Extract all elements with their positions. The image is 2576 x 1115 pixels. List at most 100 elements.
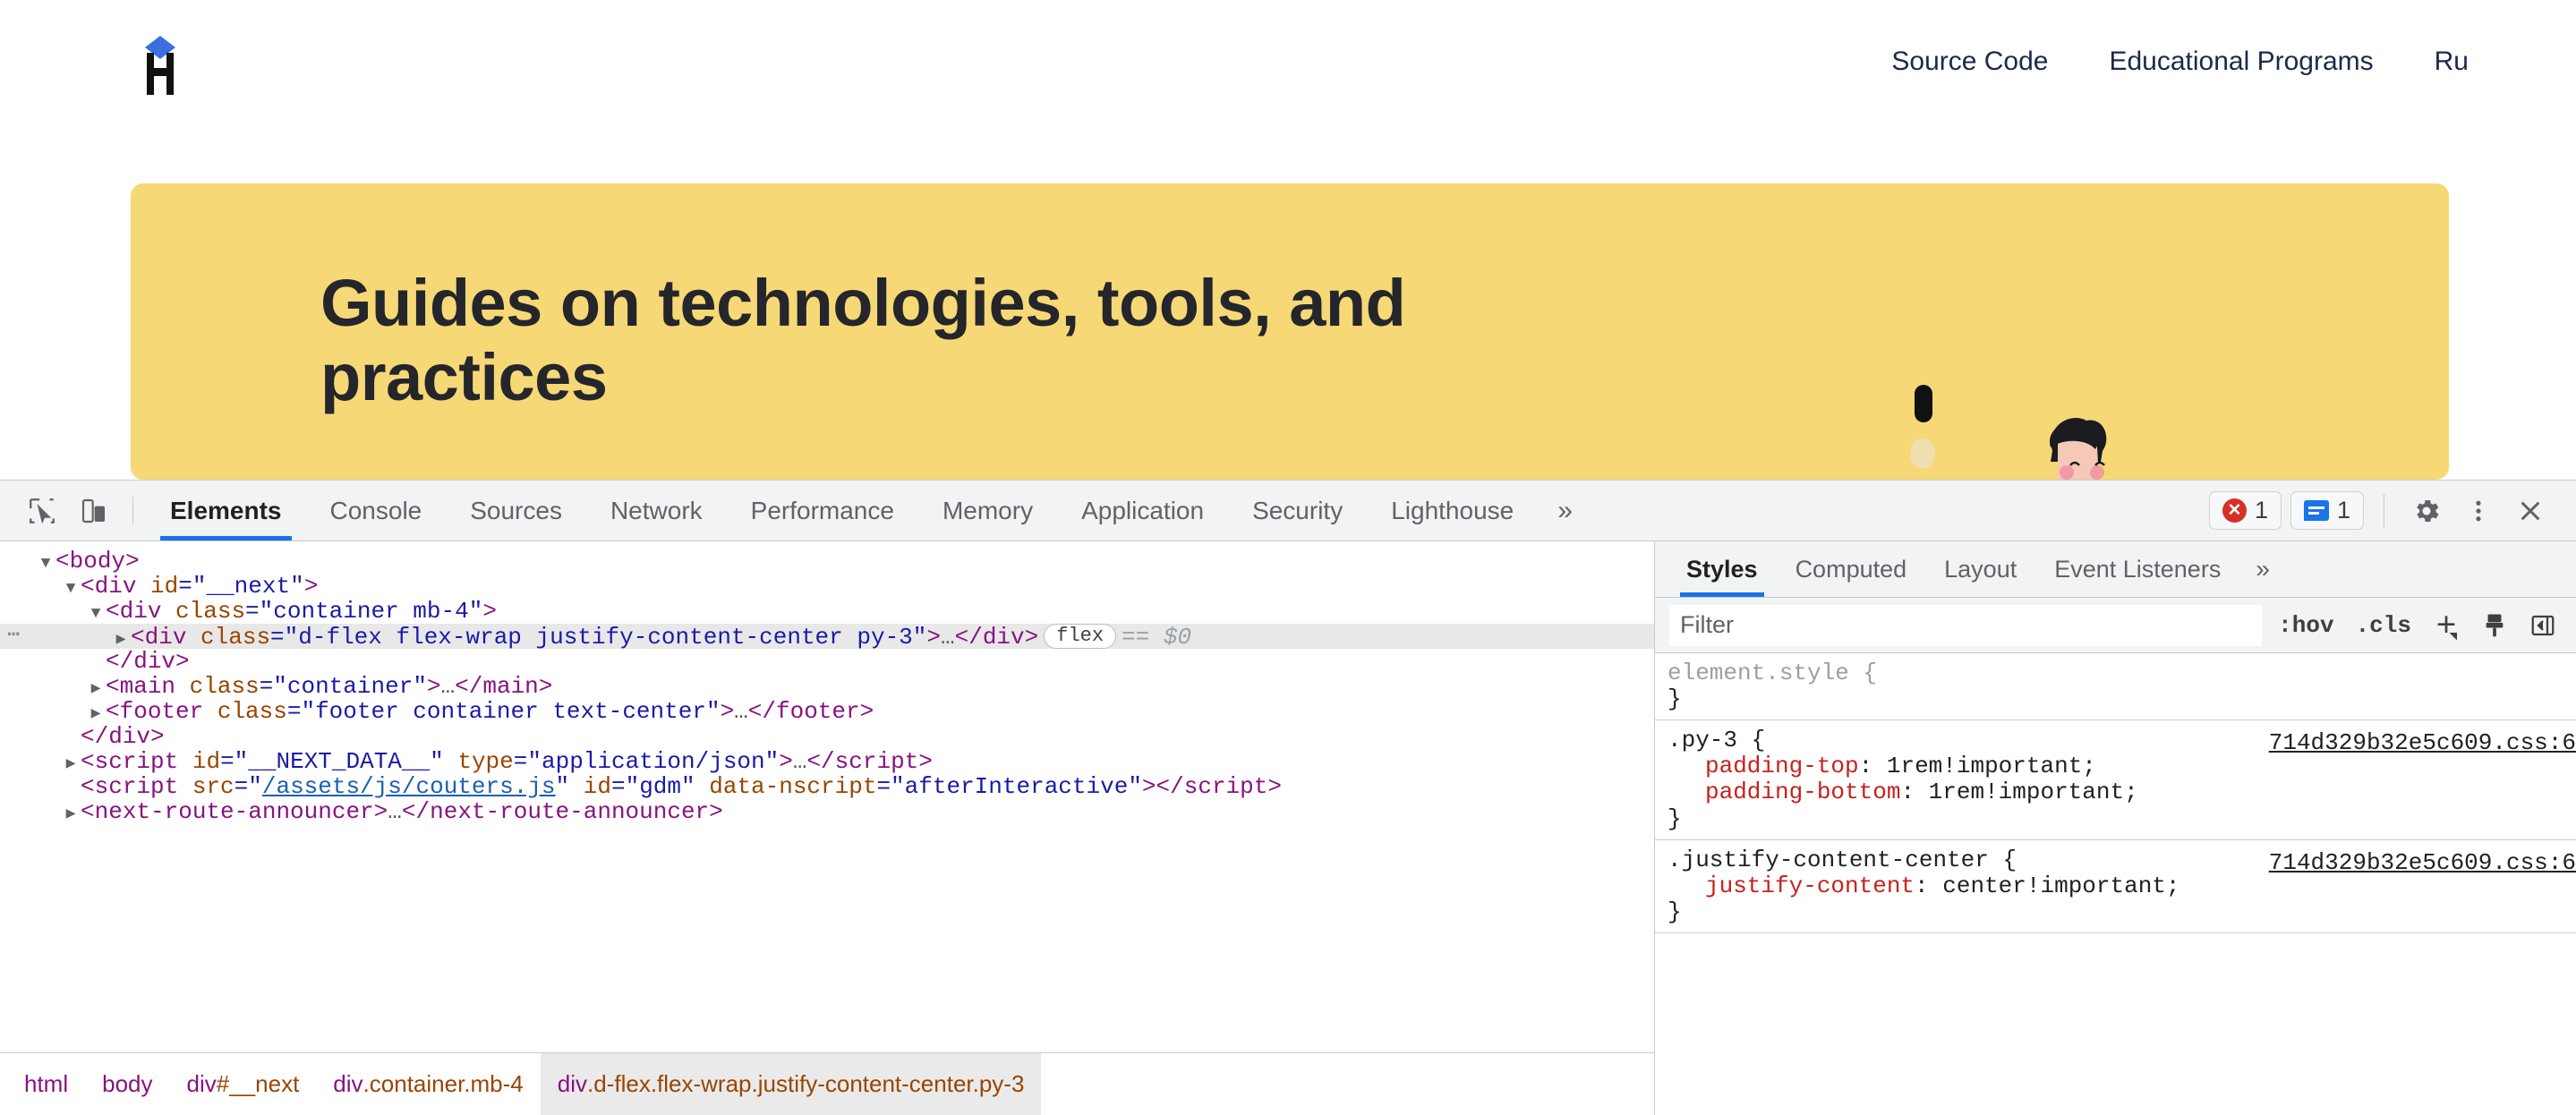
tag-name: next-route-announcer — [94, 798, 374, 825]
error-count-badge[interactable]: ✕ 1 — [2208, 491, 2282, 530]
attr-name: id — [150, 573, 179, 600]
dom-node-script-gdm[interactable]: <script src="/assets/js/couters.js" id="… — [0, 774, 1654, 799]
rule-header: element.style { — [1668, 660, 2576, 686]
breadcrumb-item-div-container[interactable]: div .container.mb-4 — [316, 1053, 540, 1115]
chevron-double-right-icon[interactable]: » — [2239, 541, 2286, 597]
style-rule-justify-content-center[interactable]: .justify-content-center { 714d329b32e5c6… — [1655, 840, 2576, 933]
dom-node-selected-div-dflex[interactable]: ⋯ ▶ <div class="d-flex flex-wrap justify-c… — [0, 624, 1654, 651]
css-property-value[interactable]: center!important; — [1942, 872, 2179, 899]
nav-link-educational-programs[interactable]: Educational Programs — [2078, 47, 2403, 77]
twisty-open-icon[interactable]: ▼ — [61, 576, 81, 601]
message-count-badge[interactable]: 1 — [2290, 491, 2364, 530]
styles-filter-input[interactable] — [1669, 604, 2263, 646]
css-property-value[interactable]: 1rem!important; — [1929, 779, 2138, 805]
hov-toggle-button[interactable]: :hov — [2267, 612, 2344, 639]
twisty-open-icon[interactable]: ▼ — [36, 551, 55, 576]
plus-new-style-rule-icon[interactable] — [2422, 605, 2470, 646]
gear-icon[interactable] — [2401, 485, 2452, 537]
cls-toggle-button[interactable]: .cls — [2345, 612, 2422, 639]
chevron-double-right-icon[interactable]: » — [1538, 481, 1592, 540]
breadcrumb-item-body[interactable]: body — [85, 1053, 169, 1115]
node-overflow-dots[interactable]: ⋯ — [7, 624, 21, 649]
tab-sources[interactable]: Sources — [446, 481, 586, 540]
hyperskill-h-logo[interactable] — [132, 32, 188, 98]
attr-name: class — [217, 698, 287, 725]
rule-selector[interactable]: element.style — [1668, 660, 1849, 686]
error-count-value: 1 — [2254, 497, 2268, 523]
css-property-name[interactable]: justify-content — [1705, 872, 1915, 899]
tab-memory[interactable]: Memory — [918, 481, 1057, 540]
tag-name: script — [94, 748, 179, 775]
person-avatar-illustration — [2049, 418, 2107, 480]
dom-node-div-container[interactable]: ▼ <div class="container mb-4"> — [0, 599, 1654, 624]
breadcrumb-item-div-next[interactable]: div #__next — [170, 1053, 317, 1115]
dom-node-div-close[interactable]: </div> — [0, 649, 1654, 674]
css-declaration[interactable]: justify-content: center!important; — [1668, 872, 2576, 899]
tab-computed[interactable]: Computed — [1777, 541, 1926, 597]
nav-link-source-code[interactable]: Source Code — [1861, 47, 2078, 77]
collapsed-children-ellipsis: … — [388, 798, 402, 825]
style-rule-py-3[interactable]: .py-3 { 714d329b32e5c609.css:6 padding-t… — [1655, 720, 2576, 840]
dom-node-next-route-announcer[interactable]: ▶ <next-route-announcer>…</next-route-ann… — [0, 799, 1654, 824]
paint-brush-icon[interactable] — [2470, 605, 2519, 646]
attr-value: container mb-4 — [273, 598, 469, 625]
attr-value: d-flex flex-wrap justify-content-center … — [298, 624, 913, 651]
message-count-value: 1 — [2336, 497, 2350, 523]
dom-node-footer[interactable]: ▶ <footer class="footer container text-ce… — [0, 699, 1654, 724]
kebab-menu-icon[interactable] — [2452, 485, 2504, 537]
flex-badge[interactable]: flex — [1044, 624, 1117, 649]
stylesheet-source-link[interactable]: 714d329b32e5c609.css:6 — [2269, 849, 2576, 876]
breadcrumb-item-div-dflex[interactable]: div .d-flex.flex-wrap.justify-content-cen… — [540, 1053, 1042, 1115]
close-icon[interactable] — [2504, 485, 2556, 537]
device-toolbar-icon[interactable] — [68, 481, 120, 540]
twisty-closed-icon[interactable]: ▶ — [86, 677, 106, 702]
dom-node-div-next[interactable]: ▼ <div id="__next"> — [0, 574, 1654, 599]
attr-value: container — [286, 673, 414, 700]
twisty-open-icon[interactable]: ▼ — [86, 601, 106, 626]
tab-performance[interactable]: Performance — [727, 481, 918, 540]
breadcrumb-item-html[interactable]: html — [7, 1053, 85, 1115]
inspect-element-icon[interactable] — [16, 481, 68, 540]
twisty-closed-icon[interactable]: ▶ — [61, 752, 81, 777]
stylesheet-source-link[interactable]: 714d329b32e5c609.css:6 — [2269, 730, 2576, 756]
styles-rules-list[interactable]: element.style { } .py-3 { 714d329b32e5c6… — [1655, 653, 2576, 1115]
styles-filter-bar: :hov .cls — [1655, 598, 2576, 653]
devtools-panel: Elements Console Sources Network Perform… — [0, 480, 2576, 1115]
collapsed-children-ellipsis: … — [440, 673, 456, 700]
css-property-name[interactable]: padding-bottom — [1705, 779, 1900, 805]
tab-elements[interactable]: Elements — [146, 481, 306, 540]
css-declaration[interactable]: padding-top: 1rem!important; — [1668, 753, 2576, 779]
styles-sidebar-pane: Styles Computed Layout Event Listeners »… — [1655, 541, 2576, 1115]
css-property-value[interactable]: 1rem!important; — [1887, 753, 2096, 779]
css-property-name[interactable]: padding-top — [1705, 753, 1859, 779]
tab-network[interactable]: Network — [586, 481, 727, 540]
twisty-closed-icon[interactable]: ▶ — [61, 802, 81, 827]
dom-node-main[interactable]: ▶ <main class="container">…</main> — [0, 674, 1654, 699]
dom-node-div-close-2[interactable]: </div> — [0, 724, 1654, 749]
tag-name: div — [108, 723, 151, 750]
devtools-tab-list: Elements Console Sources Network Perform… — [146, 481, 1538, 540]
tab-styles[interactable]: Styles — [1668, 541, 1777, 597]
styles-pane-tab-list: Styles Computed Layout Event Listeners » — [1655, 541, 2576, 598]
rule-selector[interactable]: .py-3 — [1668, 728, 1737, 753]
devtools-body: ▼ <body> ▼ <div id="__next"> ▼ <div class="… — [0, 541, 2576, 1115]
attr-value: __next — [206, 573, 291, 600]
dom-node-script-next-data[interactable]: ▶ <script id="__NEXT_DATA__" type="applic… — [0, 749, 1654, 774]
dom-node-body[interactable]: ▼ <body> — [0, 549, 1654, 574]
tab-layout[interactable]: Layout — [1925, 541, 2035, 597]
tab-lighthouse[interactable]: Lighthouse — [1367, 481, 1538, 540]
open-brace: { — [2002, 846, 2017, 873]
rule-selector[interactable]: .justify-content-center — [1668, 847, 1989, 873]
close-brace: } — [1668, 685, 1682, 713]
tab-console[interactable]: Console — [306, 481, 447, 540]
dom-tree[interactable]: ▼ <body> ▼ <div id="__next"> ▼ <div class="… — [0, 541, 1654, 1052]
tab-security[interactable]: Security — [1228, 481, 1367, 540]
tag-name: div — [144, 624, 187, 651]
tab-event-listeners[interactable]: Event Listeners — [2035, 541, 2239, 597]
css-declaration[interactable]: padding-bottom: 1rem!important; — [1668, 779, 2576, 805]
style-rule-element-style[interactable]: element.style { } — [1655, 653, 2576, 721]
nav-link-language-ru[interactable]: Ru — [2404, 47, 2469, 77]
tab-application[interactable]: Application — [1057, 481, 1228, 540]
script-src-link[interactable]: /assets/js/couters.js — [262, 773, 556, 800]
toggle-sidebar-icon[interactable] — [2519, 605, 2567, 646]
